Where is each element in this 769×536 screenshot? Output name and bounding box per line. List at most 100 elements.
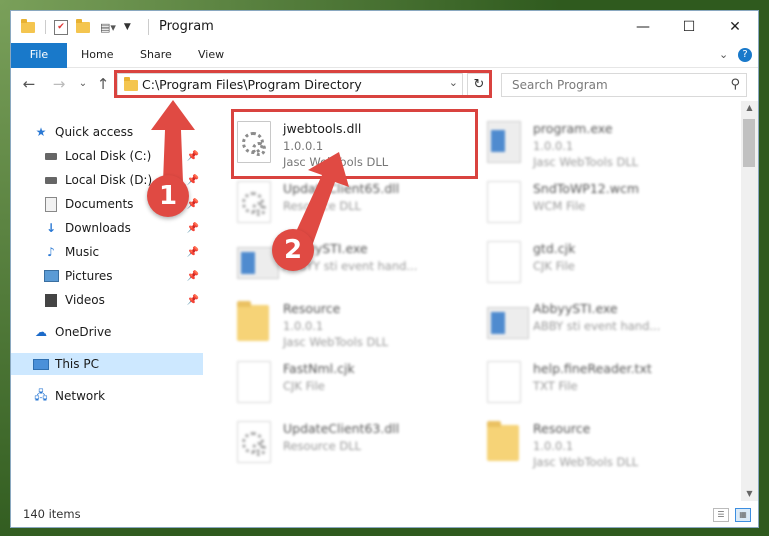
chevron-down-icon[interactable]: ▼ [124, 22, 131, 32]
item-count: 140 items [23, 507, 81, 521]
file-item[interactable]: help.fineReader.txt TXT File [481, 357, 721, 413]
file-name: AbbyySTI.exe [533, 301, 618, 316]
sidebar-item-label: Quick access [55, 125, 134, 139]
sidebar-item-onedrive[interactable]: ☁ OneDrive [33, 321, 225, 343]
help-icon[interactable]: ? [738, 48, 752, 62]
properties-icon[interactable]: ✔ [54, 19, 68, 35]
sidebar-item-this-pc[interactable]: This PC [11, 353, 203, 375]
videos-icon [43, 292, 59, 308]
file-name: SndToWP12.wcm [533, 181, 639, 196]
file-icon [487, 181, 521, 223]
gear-icon [252, 442, 266, 456]
file-type: TXT File [533, 379, 578, 393]
file-version: 1.0.0.1 [283, 319, 324, 333]
back-button[interactable]: ← [19, 74, 39, 94]
sidebar-item-downloads[interactable]: ↓ Downloads 📌 [43, 217, 203, 239]
pin-icon[interactable]: 📌 [187, 175, 199, 186]
sidebar-item-music[interactable]: ♪ Music 📌 [43, 241, 203, 263]
new-folder-icon[interactable] [76, 18, 90, 33]
file-icon [487, 241, 521, 283]
star-icon: ★ [35, 125, 47, 139]
folder-item[interactable]: Resource 1.0.0.1 Jasc WebTools DLL [231, 297, 471, 353]
close-button[interactable]: ✕ [712, 11, 758, 43]
sidebar-item-label: Documents [65, 197, 134, 211]
file-type: CJK File [533, 259, 575, 273]
exe-file-icon [487, 121, 521, 163]
scroll-down-button[interactable]: ▼ [741, 487, 758, 501]
step-badge-2: 2 [272, 229, 314, 271]
pictures-icon [43, 268, 59, 284]
sidebar-item-label: Downloads [65, 221, 131, 235]
tab-home[interactable]: Home [69, 43, 125, 67]
file-name: gtd.cjk [533, 241, 576, 256]
file-name: FastNml.cjk [283, 361, 355, 376]
file-name: Resource [283, 301, 341, 316]
pin-icon[interactable]: 📌 [187, 223, 199, 234]
dll-file-icon [237, 421, 271, 463]
file-version: 1.0.0.1 [533, 139, 574, 153]
file-description: ABBY sti event hand... [533, 319, 661, 333]
sidebar-item-label: Local Disk (D:) [65, 173, 153, 187]
tab-share[interactable]: Share [128, 43, 184, 67]
search-input[interactable] [510, 77, 714, 93]
pin-icon[interactable]: 📌 [187, 295, 199, 306]
file-type: WCM File [533, 199, 586, 213]
up-button[interactable]: ↑ [93, 74, 113, 94]
explorer-window: ✔ ▤▾ ▼ Program — ☐ ✕ File Home Share Vie… [11, 11, 758, 527]
sidebar-item-label: Music [65, 245, 100, 259]
file-item[interactable]: UpdateClient63.dll Resource DLL [231, 417, 471, 473]
file-description: Jasc WebTools DLL [533, 455, 639, 469]
file-item[interactable]: UpdateClient65.dll Resource DLL [231, 177, 471, 233]
music-icon: ♪ [47, 245, 55, 259]
file-icon [487, 361, 521, 403]
sidebar-item-label: OneDrive [55, 325, 112, 339]
sidebar-item-local-disk-c[interactable]: Local Disk (C:) 📌 [43, 145, 203, 167]
pin-icon[interactable]: 📌 [187, 151, 199, 162]
tab-view[interactable]: View [186, 43, 236, 67]
maximize-button[interactable]: ☐ [666, 11, 712, 43]
file-item[interactable]: SndToWP12.wcm WCM File [481, 177, 721, 233]
folder-icon [487, 421, 519, 461]
search-box[interactable]: ⚲ [501, 73, 747, 97]
file-icon [237, 361, 271, 403]
sidebar-item-videos[interactable]: Videos 📌 [43, 289, 203, 311]
cloud-icon: ☁ [35, 325, 47, 339]
file-item[interactable]: program.exe 1.0.0.1 Jasc WebTools DLL [481, 117, 721, 173]
file-item[interactable]: FastNml.cjk CJK File [231, 357, 471, 413]
search-icon[interactable]: ⚲ [730, 77, 740, 92]
minimize-button[interactable]: — [620, 11, 666, 43]
dll-file-icon [237, 181, 271, 223]
scroll-up-button[interactable]: ▲ [741, 101, 758, 115]
documents-icon [43, 196, 59, 212]
sidebar-item-label: This PC [55, 357, 99, 371]
drive-icon [43, 148, 59, 164]
file-name: program.exe [533, 121, 613, 136]
gear-icon [252, 202, 266, 216]
details-view-button[interactable]: ☰ [713, 508, 729, 522]
folder-item[interactable]: Resource 1.0.0.1 Jasc WebTools DLL [481, 417, 721, 473]
scroll-thumb[interactable] [743, 119, 755, 167]
large-icons-view-button[interactable]: ▦ [735, 508, 751, 522]
download-icon: ↓ [45, 221, 57, 235]
folder-icon [237, 301, 269, 341]
sidebar-item-network[interactable]: 🖧 Network [33, 385, 225, 407]
expand-ribbon-icon[interactable]: ⌄ [719, 48, 728, 61]
customize-toolbar-icon[interactable]: ▤▾ [100, 21, 116, 34]
pin-icon[interactable]: 📌 [187, 271, 199, 282]
quick-access-toolbar: ✔ ▤▾ ▼ [21, 18, 131, 36]
recent-locations-button[interactable]: ⌄ [73, 74, 93, 94]
file-description: Jasc WebTools DLL [533, 155, 639, 169]
forward-button[interactable]: → [49, 74, 69, 94]
sidebar-item-label: Network [55, 389, 106, 403]
file-item[interactable]: AbbyySTI.exe ABBY sti event hand... [481, 297, 721, 353]
pin-icon[interactable]: 📌 [187, 247, 199, 258]
sidebar-item-pictures[interactable]: Pictures 📌 [43, 265, 203, 287]
file-item[interactable]: AbbyySTI.exe ABBYY sti event hand... [231, 237, 471, 293]
drive-icon [43, 172, 59, 188]
divider [148, 19, 149, 35]
file-item[interactable]: gtd.cjk CJK File [481, 237, 721, 293]
file-version: 1.0.0.1 [533, 439, 574, 453]
sidebar-item-quick-access[interactable]: ★ Quick access [33, 121, 225, 143]
file-highlight-box [231, 109, 478, 179]
vertical-scrollbar[interactable]: ▲ ▼ [741, 101, 758, 501]
